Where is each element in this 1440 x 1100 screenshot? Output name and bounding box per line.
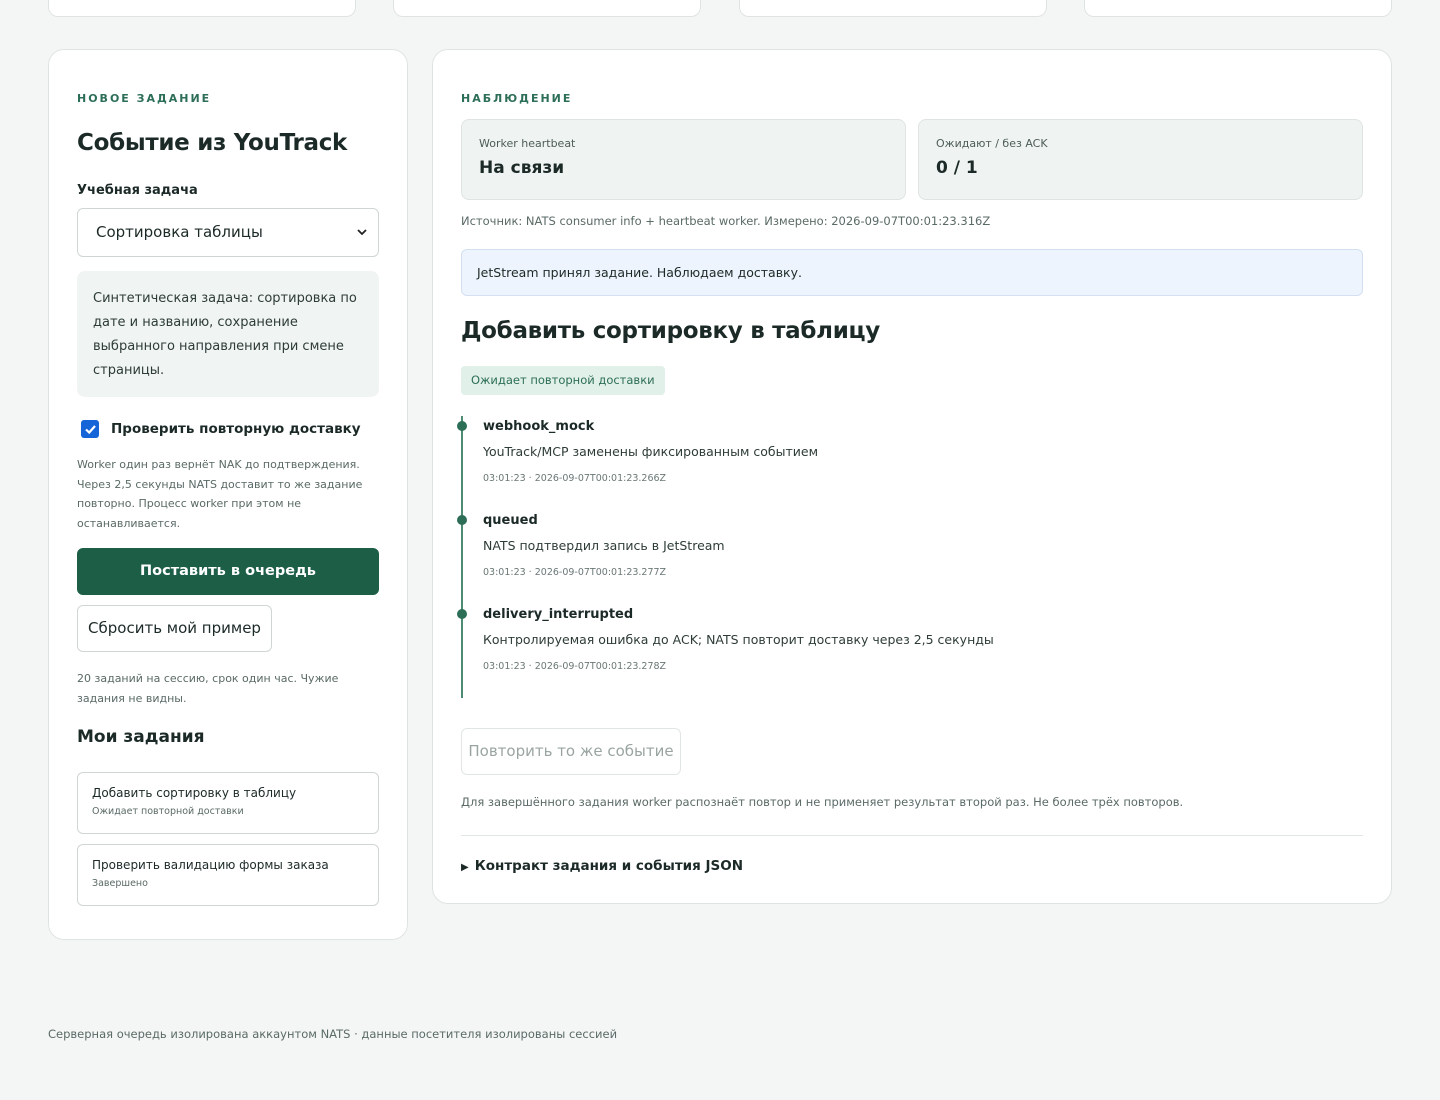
summary-card-1 bbox=[48, 0, 356, 17]
my-tasks-title: Мои задания bbox=[77, 727, 205, 747]
new-task-eyebrow: НОВОЕ ЗАДАНИЕ bbox=[77, 92, 212, 105]
event-message: Контролируемая ошибка до ACK; NATS повто… bbox=[483, 632, 994, 647]
summary-card-2 bbox=[393, 0, 701, 17]
worker-heartbeat-stat: Worker heartbeat На связи bbox=[461, 119, 906, 200]
new-task-title: Событие из YouTrack bbox=[77, 130, 348, 156]
redelivery-hint: Worker один раз вернёт NAK до подтвержде… bbox=[77, 458, 363, 530]
event-message: NATS подтвердил запись в JetStream bbox=[483, 538, 725, 553]
summary-card-4 bbox=[1084, 0, 1392, 17]
summary-card-3 bbox=[739, 0, 1047, 17]
observation-panel: НАБЛЮДЕНИЕ Worker heartbeat На связи Ожи… bbox=[432, 49, 1392, 904]
measurement-source: Источник: NATS consumer info + heartbeat… bbox=[461, 214, 991, 228]
repeat-event-button[interactable]: Повторить то же событие bbox=[461, 728, 681, 775]
redelivery-checkbox-label: Проверить повторную доставку bbox=[111, 421, 361, 437]
event-timeline: webhook_mock YouTrack/MCP заменены фикси… bbox=[457, 416, 1341, 698]
new-task-panel: НОВОЕ ЗАДАНИЕ Событие из YouTrack Учебна… bbox=[48, 49, 408, 940]
task-title: Добавить сортировку в таблицу bbox=[461, 318, 880, 344]
checkmark-icon bbox=[84, 424, 96, 434]
timeline-dot bbox=[457, 515, 467, 525]
timeline-dot bbox=[457, 421, 467, 431]
task-select[interactable]: Сортировка таблицы bbox=[77, 208, 379, 257]
event-time: 03:01:23 · 2026-09-07T00:01:23.278Z bbox=[483, 661, 667, 672]
my-task-status: Ожидает повторной доставки bbox=[92, 806, 244, 817]
redelivery-checkbox[interactable] bbox=[81, 420, 99, 438]
event-message: YouTrack/MCP заменены фиксированным собы… bbox=[483, 444, 819, 459]
timeline-event: queued NATS подтвердил запись в JetStrea… bbox=[457, 513, 725, 578]
event-name: delivery_interrupted bbox=[483, 607, 634, 622]
task-select-value: Сортировка таблицы bbox=[96, 223, 263, 241]
event-name: webhook_mock bbox=[483, 419, 595, 434]
observation-eyebrow: НАБЛЮДЕНИЕ bbox=[461, 92, 573, 105]
chevron-down-icon bbox=[356, 209, 368, 276]
stat-label: Worker heartbeat bbox=[479, 137, 576, 150]
my-task-item[interactable]: Проверить валидацию формы заказа Заверше… bbox=[77, 844, 379, 906]
event-name: queued bbox=[483, 513, 538, 528]
timeline-line bbox=[461, 416, 463, 698]
my-task-status: Завершено bbox=[92, 878, 148, 889]
my-task-item[interactable]: Добавить сортировку в таблицу Ожидает по… bbox=[77, 772, 379, 834]
json-contract-details[interactable]: ▶ Контракт задания и события JSON bbox=[461, 858, 743, 874]
stat-value: На связи bbox=[479, 158, 565, 178]
redelivery-checkbox-row[interactable]: Проверить повторную доставку bbox=[81, 420, 361, 438]
repeat-note: Для завершённого задания worker распозна… bbox=[461, 795, 1184, 809]
timeline-event: webhook_mock YouTrack/MCP заменены фикси… bbox=[457, 419, 819, 484]
triangle-right-icon: ▶ bbox=[461, 862, 469, 873]
stat-value: 0 / 1 bbox=[936, 158, 978, 178]
pending-ack-stat: Ожидают / без ACK 0 / 1 bbox=[918, 119, 1363, 200]
divider bbox=[461, 835, 1363, 836]
limits-hint: 20 заданий на сессию, срок один час. Чуж… bbox=[77, 672, 339, 705]
task-description: Синтетическая задача: сортировка по дате… bbox=[77, 271, 379, 397]
my-task-title: Добавить сортировку в таблицу bbox=[92, 786, 297, 800]
info-alert: JetStream принял задание. Наблюдаем дост… bbox=[461, 249, 1363, 296]
reset-example-button[interactable]: Сбросить мой пример bbox=[77, 605, 272, 652]
details-summary: Контракт задания и события JSON bbox=[474, 858, 743, 874]
stat-label: Ожидают / без ACK bbox=[936, 137, 1048, 150]
enqueue-button[interactable]: Поставить в очередь bbox=[77, 548, 379, 595]
my-task-title: Проверить валидацию формы заказа bbox=[92, 858, 329, 872]
timeline-dot bbox=[457, 609, 467, 619]
page-footer: Серверная очередь изолирована аккаунтом … bbox=[48, 1027, 618, 1041]
status-badge: Ожидает повторной доставки bbox=[461, 366, 665, 395]
event-time: 03:01:23 · 2026-09-07T00:01:23.277Z bbox=[483, 567, 667, 578]
task-select-label: Учебная задача bbox=[77, 183, 198, 198]
timeline-event: delivery_interrupted Контролируемая ошиб… bbox=[457, 607, 994, 672]
event-time: 03:01:23 · 2026-09-07T00:01:23.266Z bbox=[483, 473, 667, 484]
